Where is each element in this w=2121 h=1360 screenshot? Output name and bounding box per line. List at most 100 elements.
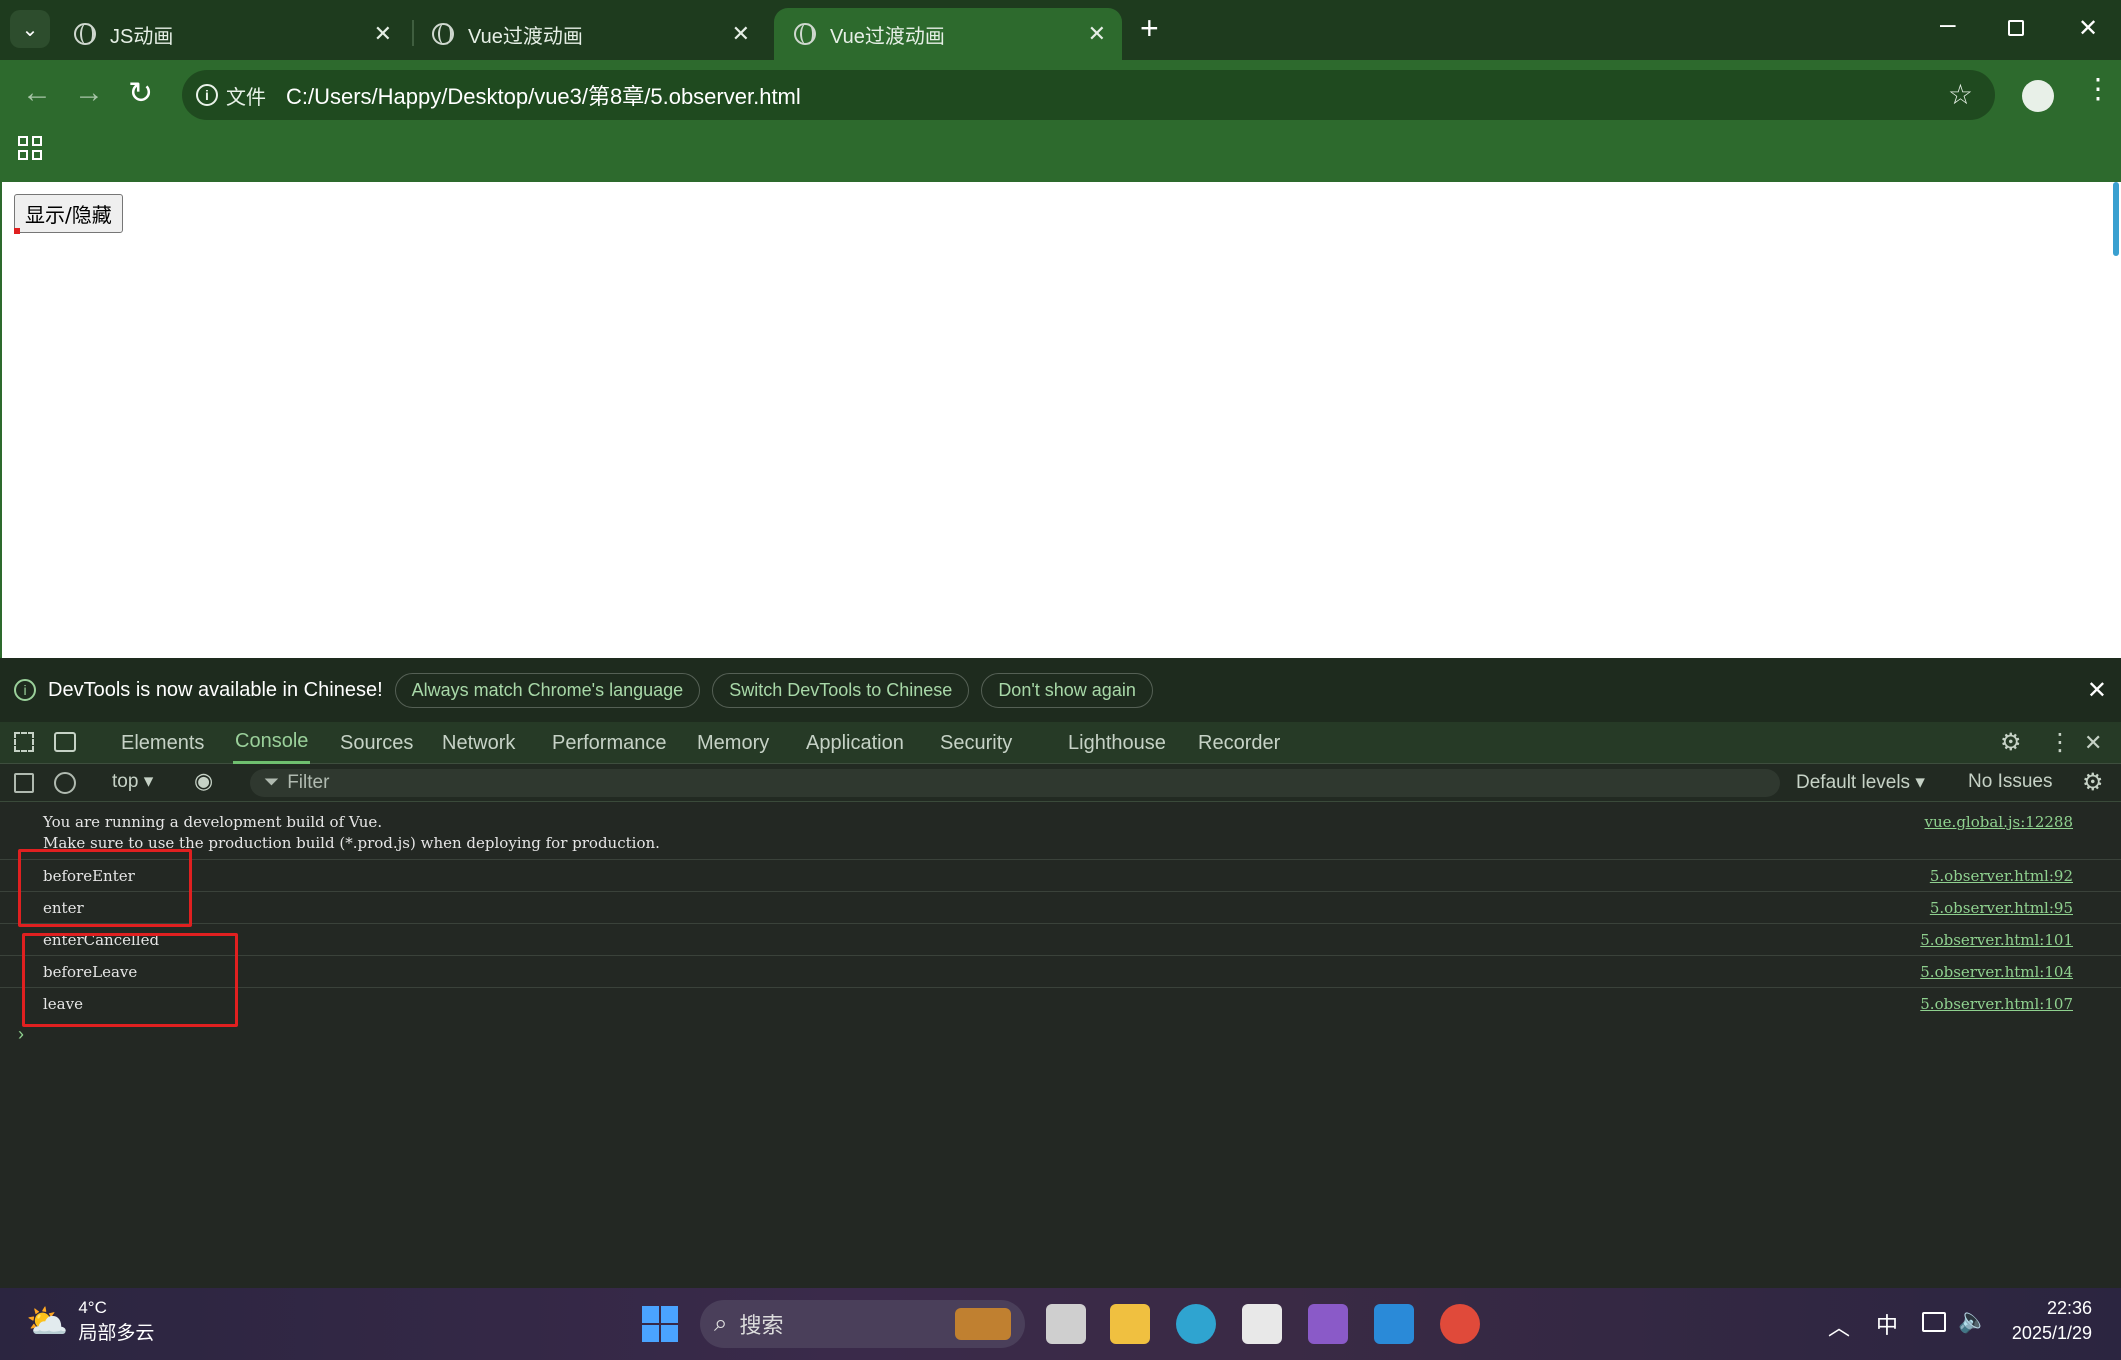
tab-lighthouse[interactable]: Lighthouse [1068, 722, 1166, 764]
page-viewport: 显示/隐藏 [0, 182, 2121, 658]
console-settings-gear-icon[interactable]: ⚙ [2082, 768, 2104, 797]
tab-security[interactable]: Security [940, 722, 1012, 764]
clock-time: 22:36 [2046, 1298, 2092, 1318]
live-expression-eye-icon[interactable]: ◉ [194, 768, 213, 794]
highlight-box-leave [22, 933, 238, 1027]
tab-performance[interactable]: Performance [552, 722, 667, 764]
weather-desc: 局部多云 [78, 1323, 155, 1344]
chrome-icon[interactable] [1440, 1304, 1480, 1344]
tab-elements[interactable]: Elements [121, 722, 204, 764]
filter-placeholder: Filter [287, 772, 330, 793]
new-tab-button[interactable]: + [1140, 10, 1159, 47]
log-source-link[interactable]: 5.observer.html:101 [1920, 931, 2073, 949]
bookmark-star-icon[interactable]: ☆ [1948, 78, 1973, 111]
back-button[interactable]: ← [22, 76, 52, 110]
info-icon: i [196, 84, 218, 106]
close-window-button[interactable]: ✕ [2078, 14, 2098, 43]
console-filter-input[interactable]: ⏷ Filter [250, 769, 1780, 797]
windows-taskbar: ⛅ 4°C 局部多云 ⌕ 搜索 ︿ 中 🔈 22:36 2025/1/29 [0, 1288, 2121, 1360]
menu-kebab-icon[interactable]: ⋮ [2084, 72, 2112, 105]
globe-icon [794, 23, 816, 45]
log-message: You are running a development build of V… [43, 813, 383, 831]
apps-grid-icon[interactable] [18, 136, 42, 160]
console-toolbar: top ▾ ◉ ⏷ Filter Default levels ▾ No Iss… [0, 764, 2121, 802]
search-icon: ⌕ [714, 1310, 728, 1337]
issues-counter[interactable]: No Issues [1968, 771, 2052, 793]
log-levels-label: Default levels [1796, 772, 1911, 793]
visual-studio-icon[interactable] [1308, 1304, 1348, 1344]
log-source-link[interactable]: 5.observer.html:92 [1930, 867, 2073, 885]
cloud-sun-icon: ⛅ [26, 1302, 69, 1341]
devtools-menu-icon[interactable]: ⋮ [2048, 728, 2072, 757]
console-log-row: leave 5.observer.html:107 [0, 988, 2121, 1020]
restore-button[interactable] [2008, 20, 2024, 36]
animated-box [14, 228, 20, 234]
vscode-icon[interactable] [1374, 1304, 1414, 1344]
tab-network[interactable]: Network [442, 722, 515, 764]
tab-2[interactable]: Vue过渡动画 ✕ [412, 8, 766, 60]
tab-memory[interactable]: Memory [697, 722, 769, 764]
inspect-element-icon[interactable] [14, 732, 34, 752]
tab-recorder[interactable]: Recorder [1198, 722, 1280, 764]
toggle-show-hide-button[interactable]: 显示/隐藏 [14, 194, 123, 233]
briefcase-icon [955, 1308, 1011, 1340]
profile-icon[interactable] [2022, 80, 2054, 112]
close-tab-icon[interactable]: ✕ [374, 21, 392, 47]
scrollbar-thumb[interactable] [2113, 182, 2119, 256]
clock-date: 2025/1/29 [2011, 1323, 2092, 1343]
context-label: top [112, 771, 139, 792]
highlight-box-enter [18, 849, 192, 927]
dont-show-again-button[interactable]: Don't show again [981, 672, 1153, 708]
search-placeholder: 搜索 [739, 1313, 784, 1338]
sidebar-toggle-icon[interactable] [14, 773, 34, 793]
tab-sources[interactable]: Sources [340, 722, 413, 764]
close-infobar-icon[interactable]: ✕ [2087, 676, 2107, 705]
edge-browser-icon[interactable] [1176, 1304, 1216, 1344]
taskbar-search[interactable]: ⌕ 搜索 [700, 1300, 1025, 1348]
weather-widget[interactable]: ⛅ 4°C 局部多云 [26, 1298, 154, 1345]
tab-3-active[interactable]: Vue过渡动画 ✕ [774, 8, 1122, 60]
forward-button[interactable]: → [74, 76, 104, 110]
clear-console-icon[interactable] [54, 772, 76, 794]
console-prompt[interactable]: › [18, 1024, 24, 1045]
switch-to-chinese-button[interactable]: Switch DevTools to Chinese [712, 672, 970, 708]
infobar-message: DevTools is now available in Chinese! [48, 678, 383, 701]
url-text[interactable]: C:/Users/Happy/Desktop/vue3/第8章/5.observ… [286, 79, 801, 111]
devtools-language-infobar: i DevTools is now available in Chinese! … [0, 658, 2121, 722]
context-selector[interactable]: top ▾ [112, 770, 153, 793]
file-explorer-icon[interactable] [1110, 1304, 1150, 1344]
device-toolbar-icon[interactable] [54, 732, 76, 752]
log-levels-dropdown[interactable]: Default levels ▾ [1796, 771, 1925, 794]
settings-gear-icon[interactable]: ⚙ [2000, 728, 2022, 757]
close-tab-icon[interactable]: ✕ [732, 21, 750, 47]
site-info-chip[interactable]: i 文件 [196, 81, 266, 110]
globe-icon [432, 23, 454, 45]
tray-overflow-chevron-icon[interactable]: ︿ [1828, 1310, 1850, 1342]
match-language-button[interactable]: Always match Chrome's language [394, 672, 701, 708]
close-tab-icon[interactable]: ✕ [1088, 21, 1106, 47]
network-icon[interactable] [1922, 1312, 1946, 1332]
log-source-link[interactable]: 5.observer.html:95 [1930, 899, 2073, 917]
weather-temp: 4°C [78, 1298, 107, 1317]
store-icon[interactable] [1242, 1304, 1282, 1344]
log-source-link[interactable]: 5.observer.html:107 [1920, 995, 2073, 1013]
start-button[interactable] [642, 1306, 678, 1342]
task-view-icon[interactable] [1046, 1304, 1086, 1344]
log-source-link[interactable]: vue.global.js:12288 [1925, 813, 2073, 831]
tab-strip: ⌄ JS动画 ✕ Vue过渡动画 ✕ Vue过渡动画 ✕ + – ✕ [0, 0, 2121, 60]
tab-1[interactable]: JS动画 ✕ [54, 8, 408, 60]
ime-indicator[interactable]: 中 [1876, 1308, 1898, 1340]
volume-icon[interactable]: 🔈 [1958, 1306, 1988, 1335]
address-bar[interactable]: i 文件 C:/Users/Happy/Desktop/vue3/第8章/5.o… [182, 70, 1995, 120]
clock[interactable]: 22:36 2025/1/29 [2008, 1298, 2092, 1344]
reload-button[interactable]: ↻ [128, 76, 153, 111]
close-devtools-icon[interactable]: ✕ [2084, 730, 2102, 756]
minimize-button[interactable]: – [1940, 8, 1956, 40]
log-source-link[interactable]: 5.observer.html:104 [1920, 963, 2073, 981]
tab-title: Vue过渡动画 [830, 25, 945, 48]
tab-console[interactable]: Console [233, 722, 311, 764]
info-icon: i [14, 679, 36, 701]
tab-application[interactable]: Application [806, 722, 904, 764]
console-log-row: enter 5.observer.html:95 [0, 892, 2121, 924]
tab-search-button[interactable]: ⌄ [10, 10, 50, 48]
